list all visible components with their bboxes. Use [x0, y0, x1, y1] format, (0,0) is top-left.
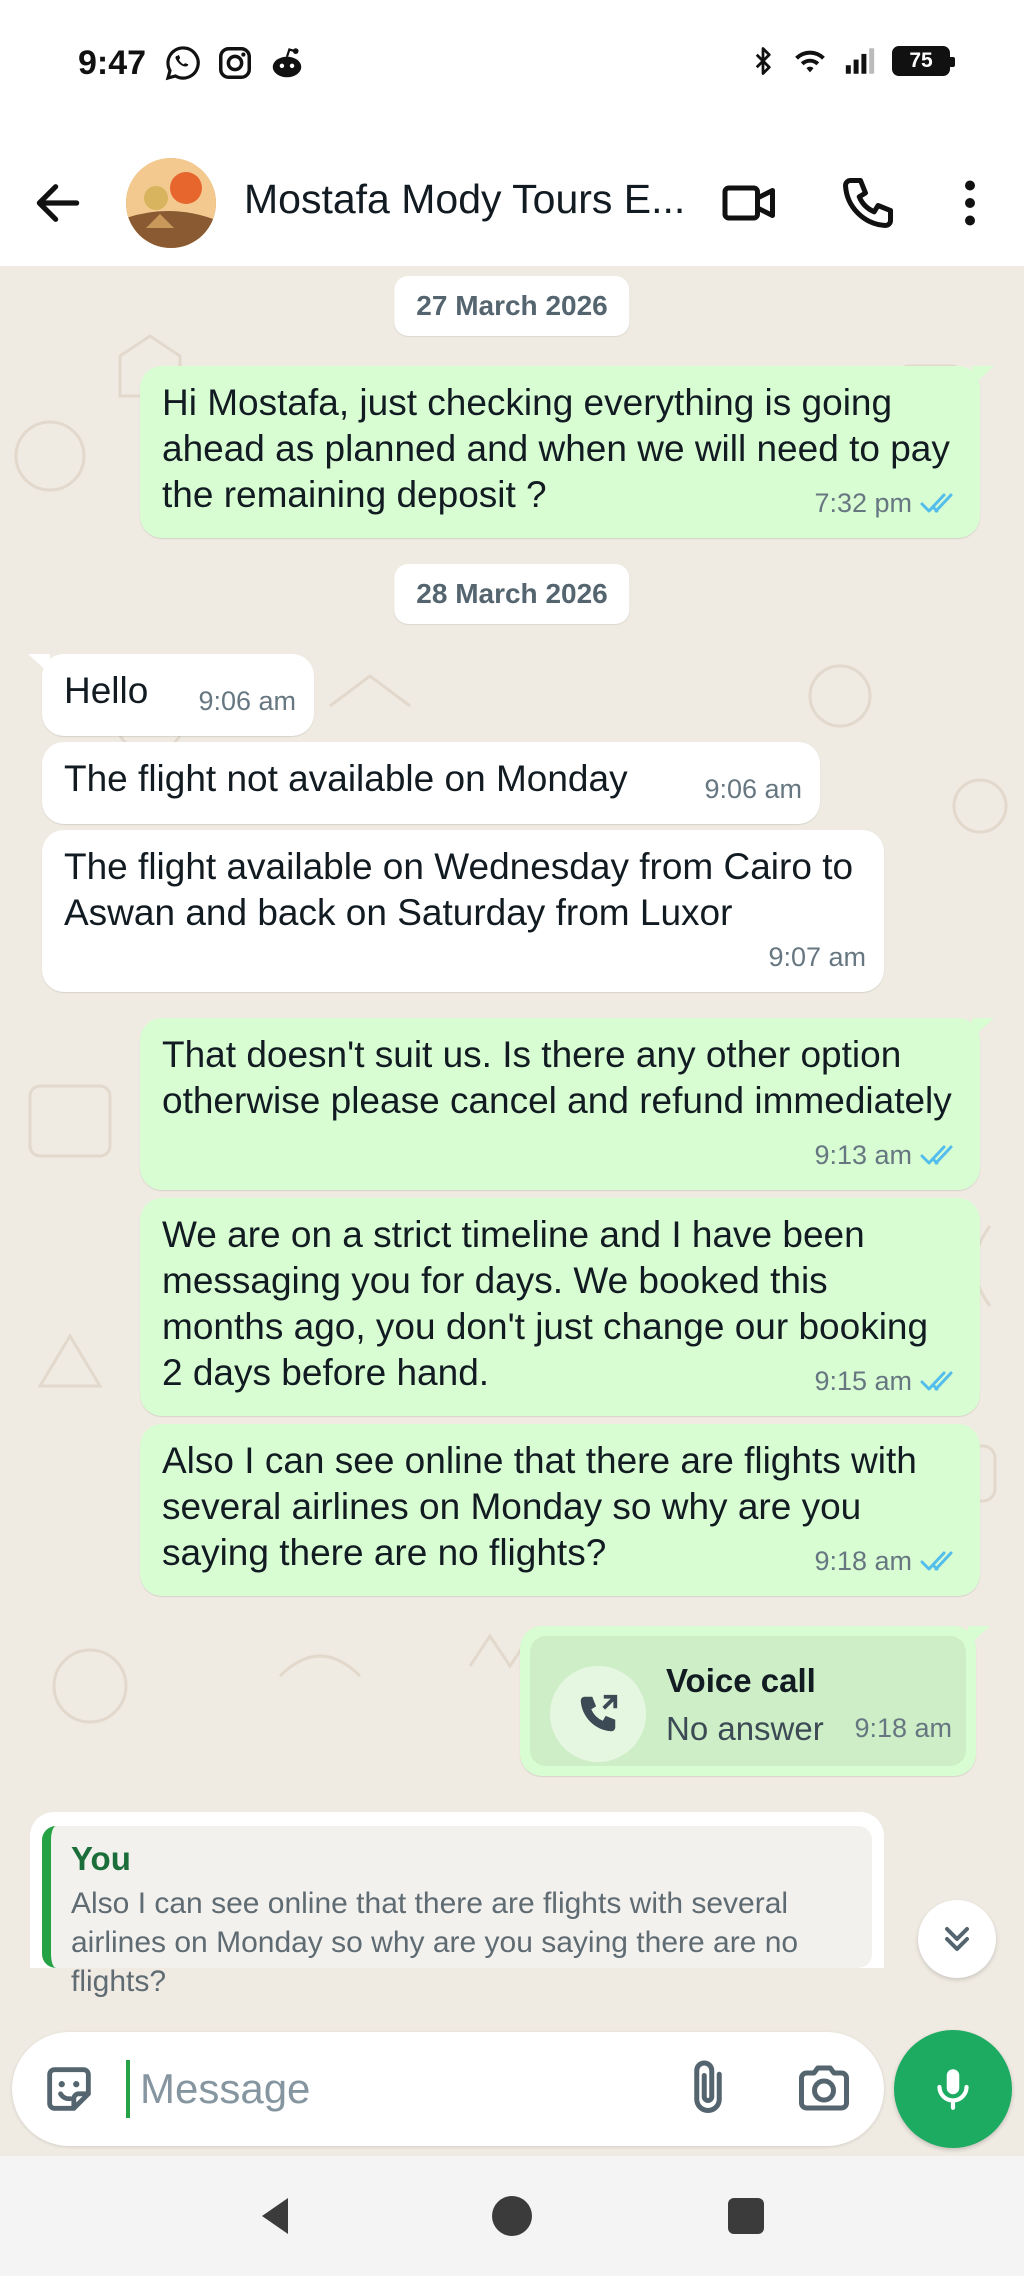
- message-meta: 9:06 am: [704, 766, 802, 812]
- nav-recents-icon[interactable]: [722, 2192, 770, 2240]
- reply-quote[interactable]: You Also I can see online that there are…: [42, 1826, 872, 1998]
- voice-record-button[interactable]: [894, 2030, 1012, 2148]
- message-time: 9:06 am: [704, 774, 802, 804]
- reply-preview: You Also I can see online that there are…: [30, 1812, 884, 1998]
- notification-icons: [164, 44, 306, 82]
- message-time: 9:06 am: [198, 686, 296, 716]
- scroll-to-bottom-button[interactable]: [918, 1900, 996, 1978]
- paperclip-icon[interactable]: [678, 2058, 738, 2118]
- message-time: 9:13 am: [814, 1140, 912, 1170]
- whatsapp-icon: [165, 46, 200, 81]
- message-time: 9:18 am: [854, 1713, 952, 1743]
- outgoing-call-icon: [580, 1694, 618, 1732]
- microphone-icon: [937, 2069, 969, 2110]
- message-time: 9:07 am: [768, 942, 866, 972]
- message-input[interactable]: [140, 2058, 620, 2120]
- read-ticks-icon: [920, 493, 953, 513]
- back-arrow-icon[interactable]: [30, 175, 86, 231]
- reddit-icon: [272, 48, 302, 78]
- call-title: Voice call: [666, 1662, 816, 1699]
- message-meta: 7:32 pm: [814, 480, 962, 526]
- contact-name[interactable]: Mostafa Mody Tours E...: [244, 176, 694, 223]
- outgoing-message[interactable]: That doesn't suit us. Is there any other…: [140, 1018, 994, 1190]
- voice-call-card: Voice call No answer 9:18 am: [530, 1636, 966, 1766]
- incoming-message[interactable]: The flight not available on Monday 9:06 …: [42, 742, 820, 824]
- voice-call-message[interactable]: Voice call No answer 9:18 am: [520, 1626, 990, 1776]
- avatar-image: [126, 158, 216, 248]
- read-ticks-icon: [920, 1145, 953, 1165]
- message-meta: 9:13 am: [814, 1132, 962, 1178]
- more-vert-icon[interactable]: [940, 173, 1000, 233]
- call-status: No answer: [666, 1710, 824, 1747]
- message-time: 9:18 am: [814, 1546, 912, 1576]
- message-meta: 9:15 am: [814, 1358, 962, 1404]
- incoming-message[interactable]: Hello 9:06 am: [28, 654, 314, 736]
- message-time: 7:32 pm: [814, 488, 912, 518]
- phone-icon[interactable]: [838, 173, 898, 233]
- bluetooth-icon: [755, 47, 771, 75]
- outgoing-message[interactable]: We are on a strict timeline and I have b…: [140, 1198, 980, 1416]
- outgoing-message[interactable]: Hi Mostafa, just checking everything is …: [140, 366, 994, 538]
- message-composer: [12, 2032, 884, 2146]
- double-chevron-down-icon: [945, 1927, 969, 1951]
- date-chip: 28 March 2026: [394, 564, 630, 624]
- status-time: 9:47: [78, 44, 147, 82]
- sticker-emoji-icon[interactable]: [40, 2060, 98, 2118]
- message-text: The flight not available on Monday: [64, 758, 628, 799]
- reply-author: You: [71, 1840, 131, 1877]
- instagram-icon: [219, 47, 251, 79]
- nav-home-icon[interactable]: [488, 2192, 536, 2240]
- text-cursor: [126, 2060, 130, 2118]
- reply-text: Also I can see online that there are fli…: [71, 1887, 799, 1998]
- outgoing-message[interactable]: Also I can see online that there are fli…: [140, 1424, 980, 1596]
- system-status-icons: 75: [748, 44, 955, 78]
- nav-back-icon[interactable]: [252, 2192, 300, 2240]
- message-text: The flight available on Wednesday from C…: [64, 846, 854, 933]
- video-call-icon[interactable]: [720, 173, 780, 233]
- avatar[interactable]: [126, 158, 216, 248]
- wifi-icon: [795, 50, 825, 73]
- date-chip: 27 March 2026: [394, 276, 630, 336]
- read-ticks-icon: [920, 1371, 953, 1391]
- call-icon-circle: [550, 1666, 646, 1762]
- chat-header: Mostafa Mody Tours E...: [0, 140, 1024, 266]
- battery-icon: 75: [892, 46, 955, 76]
- message-time: 9:15 am: [814, 1366, 912, 1396]
- bubble-tail: [972, 1018, 994, 1038]
- incoming-message[interactable]: The flight available on Wednesday from C…: [42, 830, 884, 992]
- camera-icon[interactable]: [794, 2058, 854, 2118]
- bubble-tail: [28, 654, 50, 674]
- message-meta: 9:06 am: [198, 678, 296, 724]
- signal-icon: [845, 48, 875, 74]
- chat-area[interactable]: 27 March 2026 Hi Mostafa, just checking …: [0, 266, 1024, 2156]
- message-meta: 9:07 am: [768, 934, 866, 980]
- message-text: That doesn't suit us. Is there any other…: [162, 1034, 952, 1121]
- read-ticks-icon: [920, 1551, 953, 1571]
- bubble-tail: [972, 366, 994, 386]
- message-meta: 9:18 am: [814, 1538, 962, 1584]
- status-bar: 9:47 75: [0, 0, 1024, 140]
- bubble-tail: [968, 1626, 990, 1646]
- system-nav-bar: [0, 2156, 1024, 2276]
